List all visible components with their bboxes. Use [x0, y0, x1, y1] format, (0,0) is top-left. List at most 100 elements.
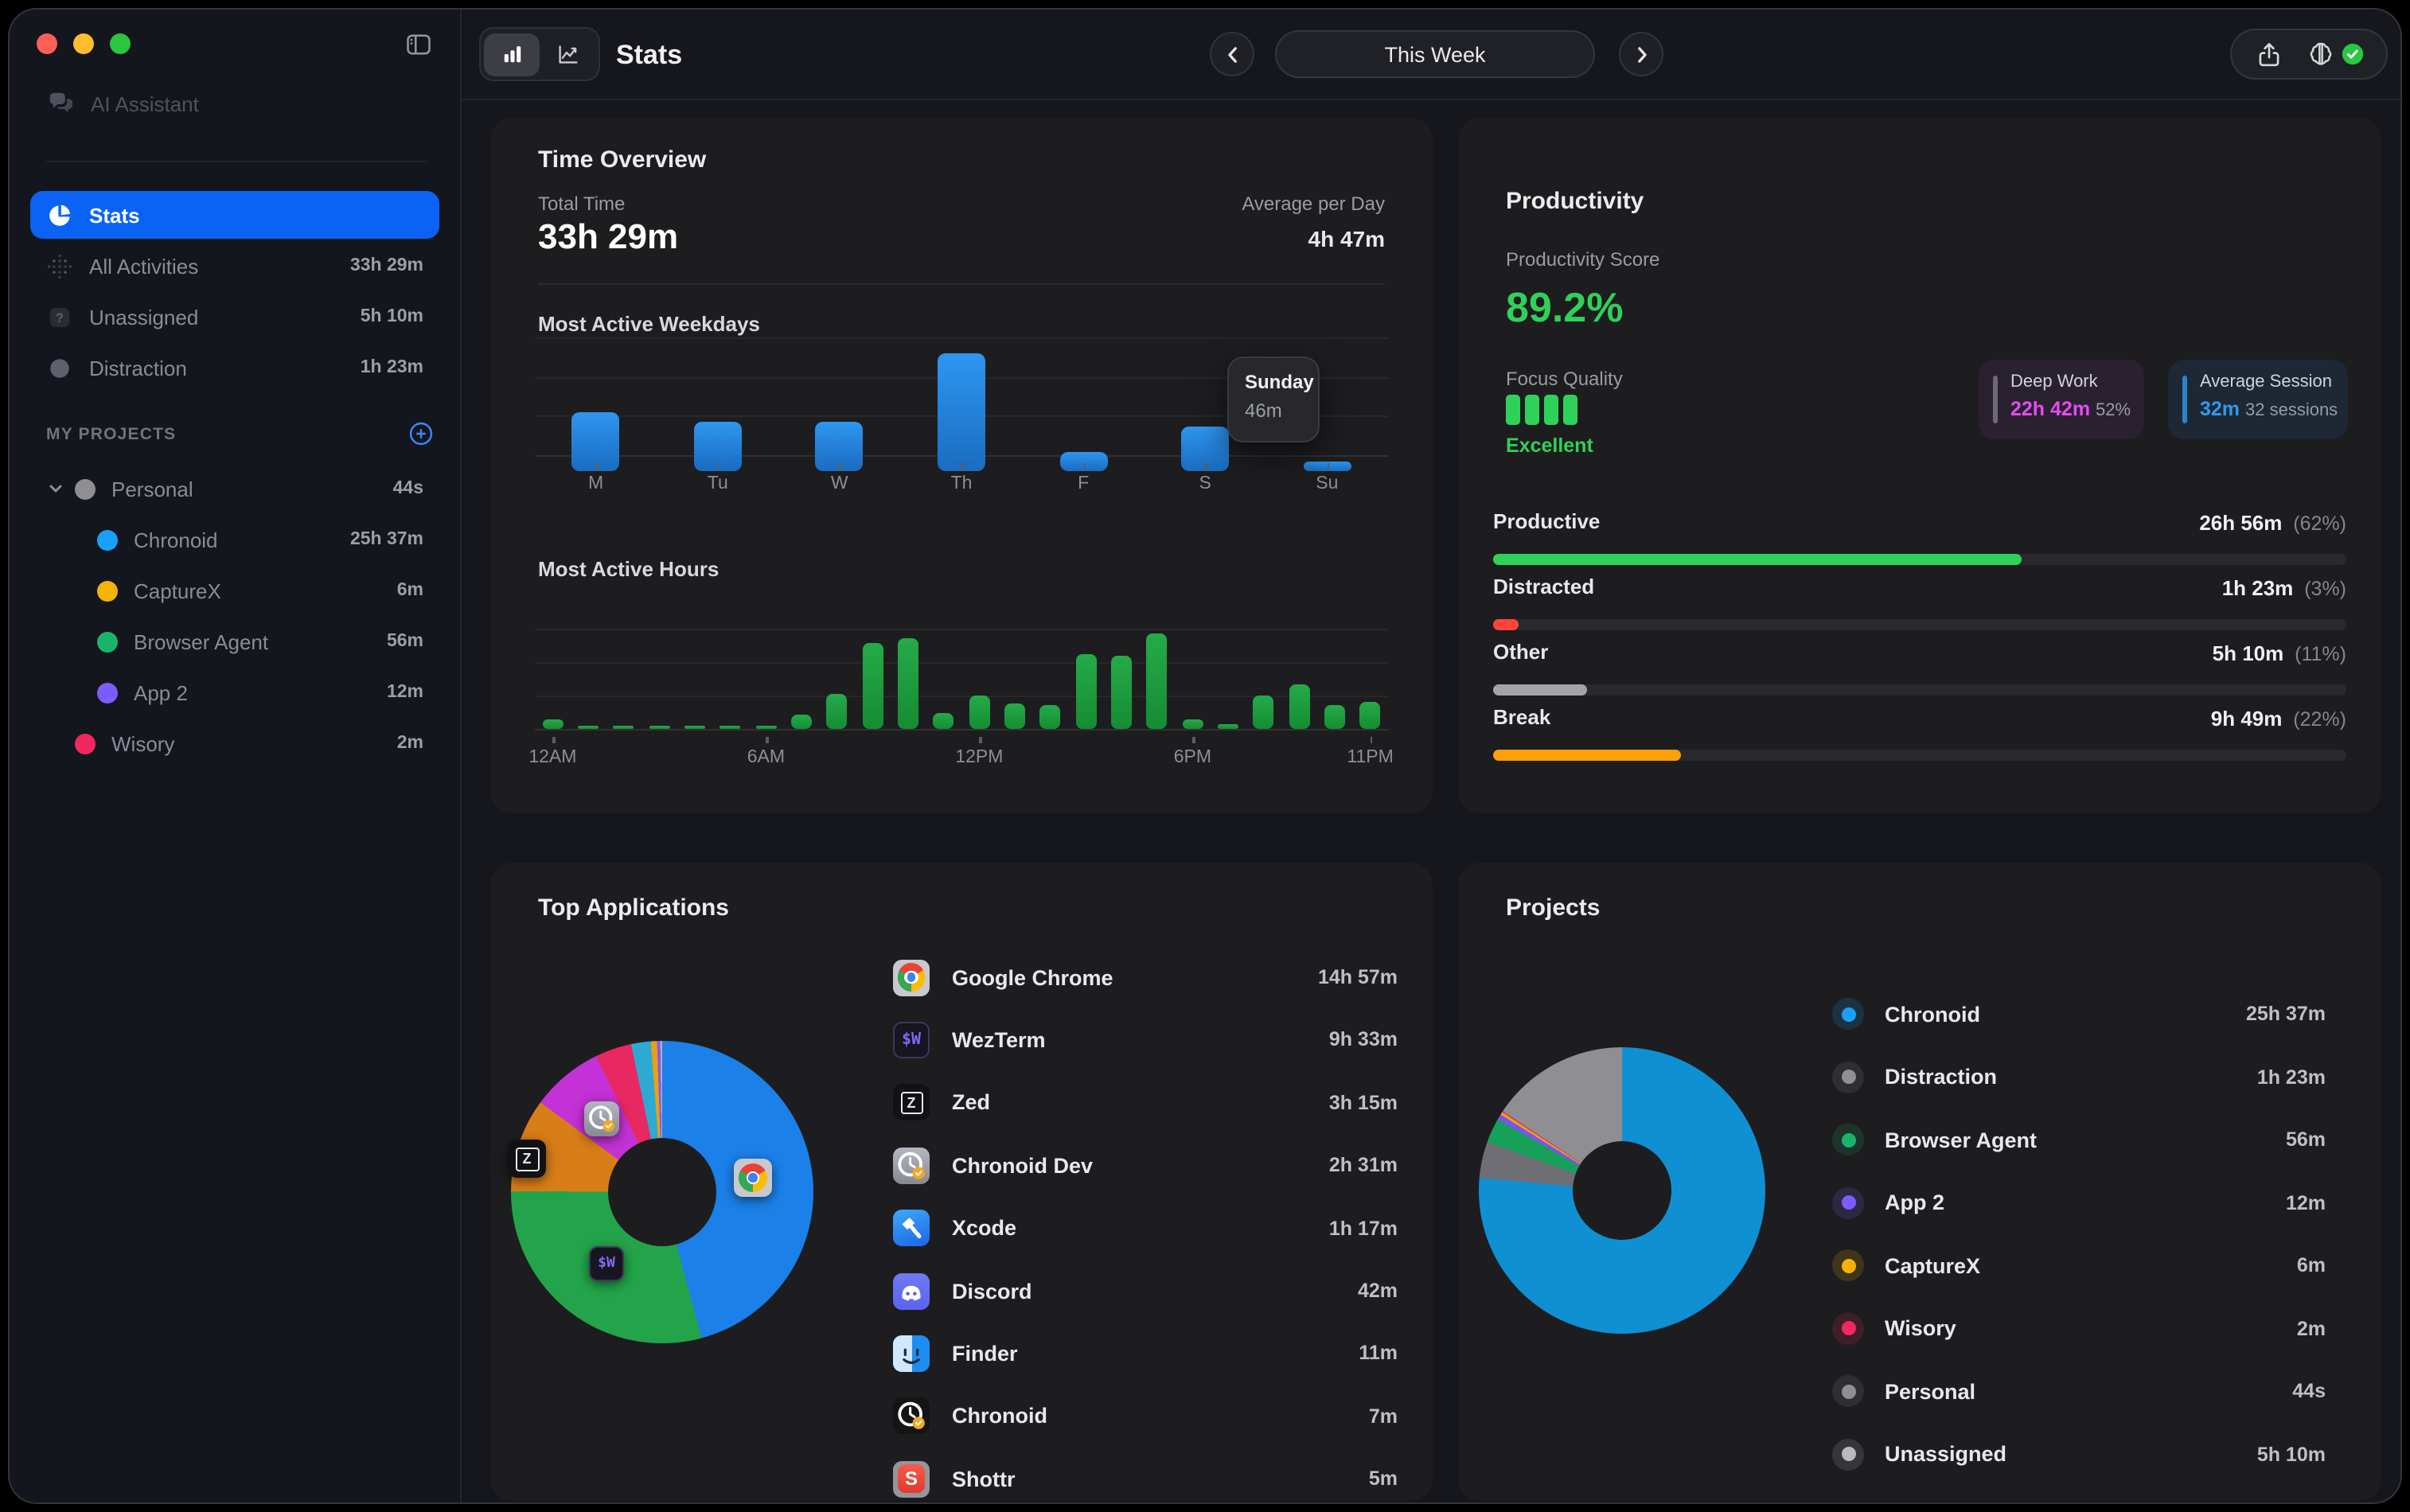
previous-period-button[interactable] — [1210, 32, 1254, 76]
hour-bar-6[interactable] — [755, 725, 776, 729]
row-label: Distracted — [1493, 575, 1594, 598]
period-selector[interactable]: This Week — [1275, 30, 1595, 78]
badge-value: 22h 42m 52% — [2010, 398, 2144, 420]
app-time: 14h 57m — [1318, 966, 1398, 988]
hour-bar-19[interactable] — [1218, 724, 1238, 729]
sidebar-item-ai-assistant[interactable]: AI Assistant — [46, 89, 199, 119]
hour-bar-5[interactable] — [720, 725, 741, 729]
sidebar-item-label: Stats — [89, 203, 140, 227]
sidebar-toggle-icon[interactable] — [403, 30, 435, 59]
sidebar-item-value: 33h 29m — [350, 256, 423, 275]
wezterm-pie-icon: $W — [589, 1246, 624, 1281]
hour-bar-0[interactable] — [542, 719, 563, 729]
hour-bar-22[interactable] — [1324, 705, 1345, 729]
axis-tick — [552, 737, 555, 743]
hour-bar-10[interactable] — [898, 638, 918, 729]
hour-bar-12[interactable] — [969, 696, 989, 729]
bar-chart-view-button[interactable] — [484, 33, 540, 76]
hour-bar-2[interactable] — [614, 725, 634, 729]
project-label: Wisory — [111, 731, 174, 755]
project-label: App 2 — [134, 680, 188, 704]
shottr-app-icon: S — [893, 1460, 930, 1497]
next-period-button[interactable] — [1619, 32, 1663, 76]
sidebar-project-app-2[interactable]: App 2 12m — [30, 668, 439, 716]
gridline — [535, 337, 1388, 339]
app-time: 11m — [1359, 1342, 1398, 1365]
ai-status-button[interactable] — [2306, 38, 2365, 70]
share-button[interactable] — [2253, 39, 2283, 69]
chevron-down-icon[interactable] — [46, 479, 65, 498]
axis-label: M — [588, 474, 603, 493]
hour-bar-16[interactable] — [1111, 656, 1132, 729]
project-value: 12m — [387, 683, 423, 702]
finder-app-icon — [893, 1335, 930, 1372]
sidebar-item-stats[interactable]: Stats — [30, 191, 439, 239]
zoom-button[interactable] — [110, 33, 131, 54]
weekday-bar-Th[interactable] — [938, 353, 985, 471]
project-name: Chronoid — [1885, 1002, 1980, 1026]
time-overview-card: Time Overview Total Time 33h 29m Average… — [490, 118, 1433, 813]
project-time: 25h 37m — [2246, 1003, 2326, 1025]
line-chart-view-button[interactable] — [540, 33, 595, 76]
project-row-personal: Personal 44s — [1832, 1367, 2326, 1415]
hour-bar-7[interactable] — [791, 715, 812, 729]
project-name: Browser Agent — [1885, 1128, 2037, 1152]
hour-bar-21[interactable] — [1289, 684, 1309, 729]
hour-bar-17[interactable] — [1147, 633, 1168, 729]
hour-bar-8[interactable] — [827, 694, 848, 729]
project-name: Wisory — [1885, 1316, 1956, 1340]
hour-bar-18[interactable] — [1182, 719, 1203, 729]
ai-assistant-label: AI Assistant — [91, 92, 199, 116]
hour-bar-9[interactable] — [862, 643, 883, 729]
project-label: CaptureX — [134, 579, 221, 602]
sidebar-project-browser-agent[interactable]: Browser Agent 56m — [30, 618, 439, 665]
hour-bar-20[interactable] — [1254, 696, 1274, 729]
close-button[interactable] — [37, 33, 57, 54]
sidebar-project-wisory[interactable]: Wisory 2m — [30, 719, 439, 767]
app-name: Finder — [952, 1342, 1018, 1366]
app-row-xcode: Xcode 1h 17m — [893, 1204, 1398, 1252]
hour-bar-13[interactable] — [1004, 703, 1025, 729]
app-row-wezterm: $W WezTerm 9h 33m — [893, 1016, 1398, 1064]
sidebar-item-distraction[interactable]: Distraction 1h 23m — [30, 344, 439, 392]
progress-track — [1493, 619, 2346, 630]
sidebar-project-capturex[interactable]: CaptureX 6m — [30, 567, 439, 614]
app-time: 3h 15m — [1329, 1092, 1398, 1114]
row-value: 26h 56m (62%) — [2199, 511, 2346, 535]
zed-app-icon: Z — [893, 1085, 930, 1121]
sidebar-item-unassigned[interactable]: ? Unassigned 5h 10m — [30, 293, 439, 341]
divider — [538, 283, 1385, 285]
hour-bar-23[interactable] — [1360, 702, 1381, 729]
project-label: Browser Agent — [134, 629, 268, 653]
project-row-app-2: App 2 12m — [1832, 1179, 2326, 1226]
axis-tick — [1192, 737, 1195, 743]
sidebar-item-all-activities[interactable]: All Activities 33h 29m — [30, 242, 439, 290]
project-color-dot — [1832, 1061, 1864, 1093]
top-applications-card: Top Applications $W Z Google Chrome 14h … — [490, 863, 1433, 1501]
line-chart-icon — [555, 41, 580, 67]
app-name: Google Chrome — [952, 965, 1113, 989]
hours-chart-title: Most Active Hours — [538, 557, 719, 581]
project-color-dot — [97, 529, 118, 550]
sidebar-project-chronoid[interactable]: Chronoid 25h 37m — [30, 516, 439, 563]
app-time: 9h 33m — [1329, 1029, 1398, 1051]
hour-bar-3[interactable] — [649, 725, 669, 729]
focus-rating: Excellent — [1506, 435, 1593, 457]
hour-bar-1[interactable] — [578, 725, 599, 729]
hour-bar-11[interactable] — [934, 713, 954, 729]
app-window: AI Assistant Stats All Activities 33h 29… — [0, 0, 2410, 1512]
row-label: Other — [1493, 640, 1548, 664]
add-project-button[interactable] — [408, 420, 435, 447]
hour-bar-4[interactable] — [684, 725, 705, 729]
card-title: Time Overview — [538, 146, 706, 173]
minimize-button[interactable] — [73, 33, 94, 54]
axis-label: F — [1078, 474, 1089, 493]
hour-bar-14[interactable] — [1040, 705, 1061, 729]
sidebar-item-label: Distraction — [89, 356, 187, 380]
sidebar-project-personal[interactable]: Personal 44s — [30, 465, 439, 512]
weekday-bar-M[interactable] — [572, 412, 620, 471]
project-color-dot — [1832, 1375, 1864, 1407]
axis-label: W — [831, 474, 848, 493]
pie-chart-icon — [46, 201, 73, 228]
hour-bar-15[interactable] — [1075, 654, 1096, 729]
